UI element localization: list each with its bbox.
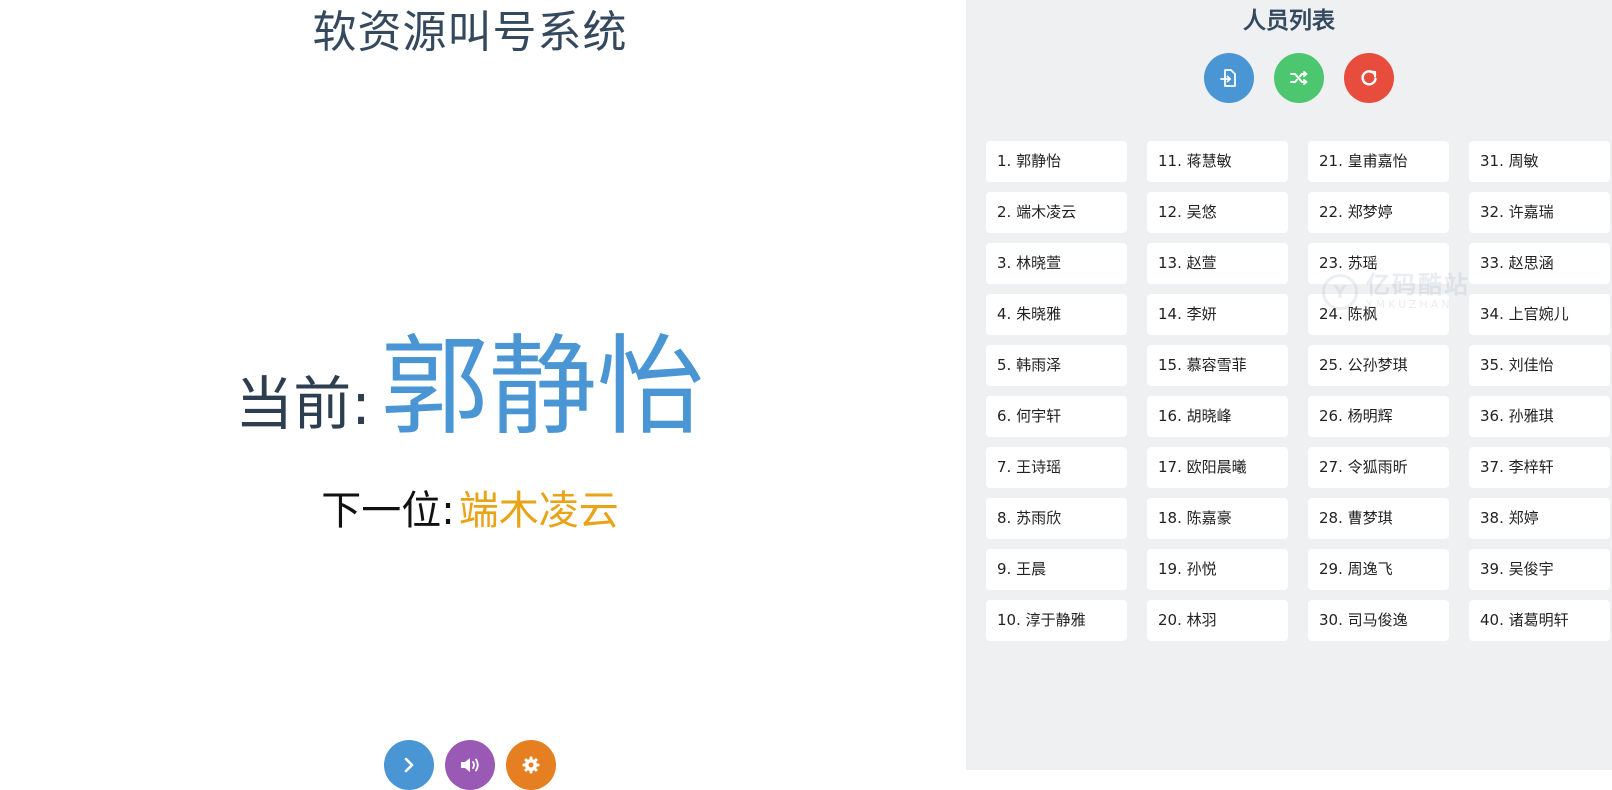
person-item[interactable]: 24. 陈枫 [1308,294,1449,335]
person-item[interactable]: 3. 林晓萱 [986,243,1127,284]
app-title: 软资源叫号系统 [312,7,628,58]
next-button[interactable] [384,740,434,790]
next-label: 下一位: [321,488,455,534]
person-item[interactable]: 19. 孙悦 [1147,549,1288,590]
person-item[interactable]: 18. 陈嘉豪 [1147,498,1288,539]
person-item[interactable]: 39. 吴俊宇 [1469,549,1610,590]
person-item[interactable]: 9. 王晨 [986,549,1127,590]
list-actions [1204,53,1394,103]
person-item[interactable]: 2. 端木凌云 [986,192,1127,233]
current-caller: 当前:郭静怡 [0,300,940,456]
person-grid: 1. 郭静怡 2. 端木凌云 3. 林晓萱 4. 朱晓雅 5. 韩雨泽 6. 何宇轩 7. … [986,141,1610,641]
person-item[interactable]: 22. 郑梦婷 [1308,192,1449,233]
list-title: 人员列表 [1243,8,1335,34]
next-caller: 下一位: 端木凌云 [0,478,940,536]
person-item[interactable]: 23. 苏瑶 [1308,243,1449,284]
person-item[interactable]: 5. 韩雨泽 [986,345,1127,386]
person-item[interactable]: 25. 公孙梦琪 [1308,345,1449,386]
person-item[interactable]: 38. 郑婷 [1469,498,1610,539]
person-item[interactable]: 37. 李梓轩 [1469,447,1610,488]
person-item[interactable]: 16. 胡晓峰 [1147,396,1288,437]
person-item[interactable]: 12. 吴悠 [1147,192,1288,233]
person-item[interactable]: 6. 何宇轩 [986,396,1127,437]
reset-icon [1361,70,1377,86]
person-item[interactable]: 33. 赵思涵 [1469,243,1610,284]
person-item[interactable]: 28. 曹梦琪 [1308,498,1449,539]
person-item[interactable]: 15. 慕容雪菲 [1147,345,1288,386]
reset-button[interactable] [1344,53,1394,103]
person-item[interactable]: 17. 欧阳晨曦 [1147,447,1288,488]
person-item[interactable]: 40. 诸葛明轩 [1469,600,1610,641]
person-item[interactable]: 21. 皇甫嘉怡 [1308,141,1449,182]
person-list-panel: 人员列表 1. 郭静怡 2. 端木凌云 3. 林晓萱 4. 朱晓雅 5. 韩雨泽 6 [966,0,1612,770]
person-item[interactable]: 27. 令狐雨昕 [1308,447,1449,488]
calling-display-pane: 软资源叫号系统 当前:郭静怡 下一位: 端木凌云 [0,0,966,790]
announce-button[interactable] [445,740,495,790]
import-file-icon [1220,69,1236,87]
person-item[interactable]: 1. 郭静怡 [986,141,1127,182]
person-item[interactable]: 8. 苏雨欣 [986,498,1127,539]
person-item[interactable]: 14. 李妍 [1147,294,1288,335]
current-label: 当前: [235,370,371,438]
volume-icon [461,758,479,772]
import-button[interactable] [1204,53,1254,103]
gear-icon [522,756,540,774]
current-name: 郭静怡 [380,325,705,450]
control-bar [384,740,556,790]
person-item[interactable]: 32. 许嘉瑞 [1469,192,1610,233]
person-item[interactable]: 4. 朱晓雅 [986,294,1127,335]
chevron-right-icon [404,757,414,773]
person-item[interactable]: 35. 刘佳怡 [1469,345,1610,386]
person-item[interactable]: 11. 蒋慧敏 [1147,141,1288,182]
person-item[interactable]: 10. 淳于静雅 [986,600,1127,641]
shuffle-icon [1290,71,1308,85]
person-item[interactable]: 34. 上官婉儿 [1469,294,1610,335]
person-item[interactable]: 31. 周敏 [1469,141,1610,182]
settings-button[interactable] [506,740,556,790]
shuffle-button[interactable] [1274,53,1324,103]
person-item[interactable]: 26. 杨明辉 [1308,396,1449,437]
person-item[interactable]: 13. 赵萱 [1147,243,1288,284]
person-item[interactable]: 20. 林羽 [1147,600,1288,641]
person-item[interactable]: 36. 孙雅琪 [1469,396,1610,437]
person-item[interactable]: 7. 王诗瑶 [986,447,1127,488]
person-item[interactable]: 29. 周逸飞 [1308,549,1449,590]
next-name: 端木凌云 [458,488,619,534]
person-item[interactable]: 30. 司马俊逸 [1308,600,1449,641]
